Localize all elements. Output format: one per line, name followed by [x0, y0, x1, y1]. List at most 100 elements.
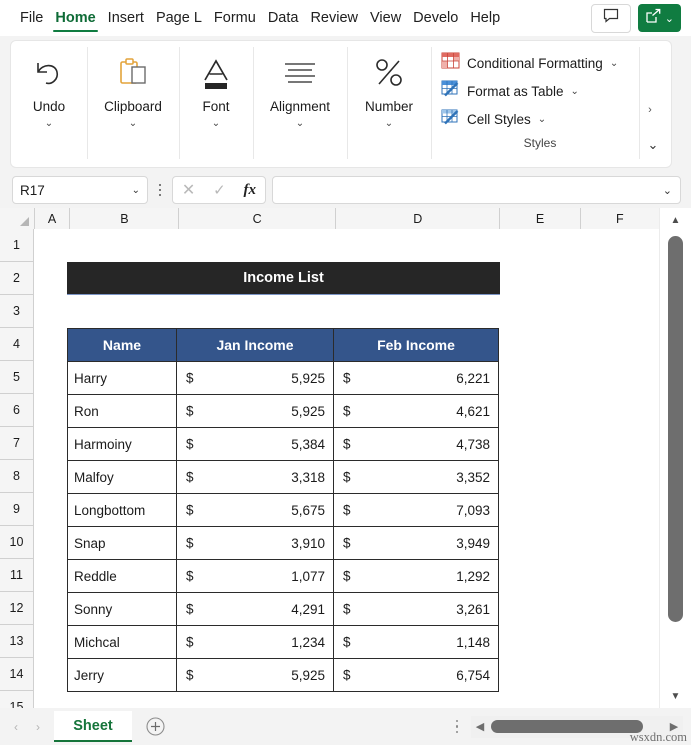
- cell-feb-income[interactable]: $6,221: [334, 362, 499, 395]
- chevron-down-icon[interactable]: ⌄: [610, 58, 618, 69]
- cell-jan-income[interactable]: $5,925: [177, 362, 334, 395]
- row-header-6[interactable]: 6: [0, 394, 34, 427]
- table-row[interactable]: Harry $5,925 $6,221: [68, 362, 499, 395]
- tab-home[interactable]: Home: [49, 1, 101, 35]
- vertical-scrollbar[interactable]: ▲ ▼: [659, 208, 691, 708]
- table-row[interactable]: Ron $5,925 $4,621: [68, 395, 499, 428]
- column-header-d[interactable]: D: [336, 208, 501, 229]
- cell-feb-income[interactable]: $1,148: [334, 626, 499, 659]
- table-row[interactable]: Malfoy $3,318 $3,352: [68, 461, 499, 494]
- cell-feb-income[interactable]: $3,261: [334, 593, 499, 626]
- tab-help[interactable]: Help: [464, 1, 506, 35]
- row-header-7[interactable]: 7: [0, 427, 34, 460]
- cell-feb-income[interactable]: $7,093: [334, 494, 499, 527]
- cell-name[interactable]: Malfoy: [68, 461, 177, 494]
- cell-feb-income[interactable]: $4,738: [334, 428, 499, 461]
- tab-data[interactable]: Data: [262, 1, 305, 35]
- cell-name[interactable]: Longbottom: [68, 494, 177, 527]
- row-header-4[interactable]: 4: [0, 328, 34, 361]
- chevron-down-icon[interactable]: ⌄: [132, 185, 140, 196]
- row-header-14[interactable]: 14: [0, 658, 34, 691]
- chevron-down-icon[interactable]: ⌄: [45, 118, 53, 130]
- row-header-8[interactable]: 8: [0, 460, 34, 493]
- column-header-b[interactable]: B: [70, 208, 179, 229]
- ribbon-collapse-button[interactable]: ⌄: [635, 41, 671, 167]
- confirm-icon[interactable]: ✓: [213, 181, 226, 199]
- cell-name[interactable]: Harry: [68, 362, 177, 395]
- scroll-up-icon[interactable]: ▲: [660, 210, 691, 230]
- vertical-scroll-track[interactable]: [660, 230, 691, 686]
- formula-bar-kebab[interactable]: [153, 184, 167, 197]
- row-header-11[interactable]: 11: [0, 559, 34, 592]
- cell-styles-button[interactable]: Cell Styles ⌄: [441, 105, 546, 133]
- row-header-5[interactable]: 5: [0, 361, 34, 394]
- chevron-down-icon[interactable]: ⌄: [571, 86, 579, 97]
- column-header-a[interactable]: A: [35, 208, 71, 229]
- ribbon-group-undo[interactable]: Undo ⌄: [11, 41, 87, 167]
- select-all-button[interactable]: [0, 208, 35, 229]
- chevron-down-icon[interactable]: ⌄: [663, 184, 672, 197]
- tab-developer[interactable]: Develo: [407, 1, 464, 35]
- cell-name[interactable]: Snap: [68, 527, 177, 560]
- insert-function-icon[interactable]: fx: [244, 182, 257, 199]
- cell-jan-income[interactable]: $5,925: [177, 659, 334, 692]
- chevron-down-icon[interactable]: ⌄: [212, 118, 220, 130]
- cell-name[interactable]: Michcal: [68, 626, 177, 659]
- cell-name[interactable]: Reddle: [68, 560, 177, 593]
- chevron-down-icon[interactable]: ⌄: [385, 118, 393, 130]
- cell-jan-income[interactable]: $1,077: [177, 560, 334, 593]
- row-header-2[interactable]: 2: [0, 262, 34, 295]
- cell-name[interactable]: Jerry: [68, 659, 177, 692]
- comments-button[interactable]: [591, 4, 631, 33]
- horizontal-scroll-thumb[interactable]: [491, 720, 643, 733]
- column-header-e[interactable]: E: [500, 208, 580, 229]
- tab-file[interactable]: File: [14, 1, 49, 35]
- format-as-table-button[interactable]: Format as Table ⌄: [441, 77, 579, 105]
- row-header-1[interactable]: 1: [0, 229, 34, 262]
- cell-feb-income[interactable]: $3,352: [334, 461, 499, 494]
- ribbon-group-font[interactable]: Font ⌄: [179, 41, 253, 167]
- column-header-f[interactable]: F: [581, 208, 660, 229]
- cell-feb-income[interactable]: $3,949: [334, 527, 499, 560]
- cell-jan-income[interactable]: $5,384: [177, 428, 334, 461]
- cell-feb-income[interactable]: $4,621: [334, 395, 499, 428]
- horizontal-scroll-kebab[interactable]: [449, 720, 465, 734]
- row-header-3[interactable]: 3: [0, 295, 34, 328]
- cell-jan-income[interactable]: $1,234: [177, 626, 334, 659]
- previous-sheet-icon[interactable]: ‹: [14, 720, 18, 734]
- tab-insert[interactable]: Insert: [102, 1, 150, 35]
- cell-jan-income[interactable]: $3,318: [177, 461, 334, 494]
- tab-page-layout[interactable]: Page L: [150, 1, 208, 35]
- row-header-12[interactable]: 12: [0, 592, 34, 625]
- cell-name[interactable]: Sonny: [68, 593, 177, 626]
- ribbon-group-alignment[interactable]: Alignment ⌄: [253, 41, 347, 167]
- column-name-header[interactable]: Name: [68, 329, 177, 362]
- tab-formulas[interactable]: Formu: [208, 1, 262, 35]
- share-button[interactable]: ⌄: [638, 4, 681, 32]
- cell-feb-income[interactable]: $6,754: [334, 659, 499, 692]
- chevron-down-icon[interactable]: ⌄: [538, 114, 546, 125]
- cell-jan-income[interactable]: $5,925: [177, 395, 334, 428]
- cell-jan-income[interactable]: $4,291: [177, 593, 334, 626]
- sheet-tab-sheet[interactable]: Sheet: [54, 711, 132, 742]
- cell-name[interactable]: Ron: [68, 395, 177, 428]
- ribbon-group-number[interactable]: Number ⌄: [347, 41, 431, 167]
- tab-view[interactable]: View: [364, 1, 407, 35]
- chevron-down-icon[interactable]: ⌄: [296, 118, 304, 130]
- column-feb-income-header[interactable]: Feb Income: [334, 329, 499, 362]
- cell-jan-income[interactable]: $5,675: [177, 494, 334, 527]
- formula-input[interactable]: ⌄: [272, 176, 681, 204]
- vertical-scroll-thumb[interactable]: [668, 236, 683, 622]
- ribbon-group-clipboard[interactable]: Clipboard ⌄: [87, 41, 179, 167]
- income-list-title[interactable]: Income List: [67, 262, 500, 295]
- table-row[interactable]: Harmoiny $5,384 $4,738: [68, 428, 499, 461]
- chevron-down-icon[interactable]: ⌄: [129, 118, 137, 130]
- next-sheet-icon[interactable]: ›: [36, 720, 40, 734]
- table-row[interactable]: Snap $3,910 $3,949: [68, 527, 499, 560]
- conditional-formatting-button[interactable]: Conditional Formatting ⌄: [441, 49, 618, 77]
- column-header-c[interactable]: C: [179, 208, 336, 229]
- cell-jan-income[interactable]: $3,910: [177, 527, 334, 560]
- scroll-left-icon[interactable]: ◀: [471, 720, 489, 733]
- cancel-icon[interactable]: ✕: [182, 180, 195, 200]
- add-sheet-button[interactable]: [132, 711, 178, 742]
